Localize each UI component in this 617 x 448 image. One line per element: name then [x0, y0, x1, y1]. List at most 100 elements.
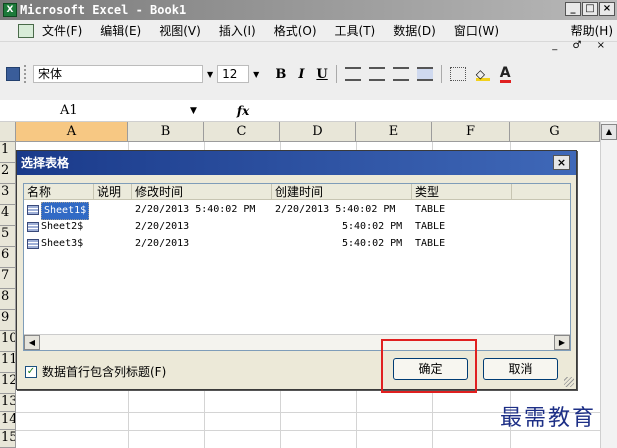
excel-icon: X [3, 3, 17, 17]
header-row-checkbox[interactable]: ✓ [25, 365, 37, 378]
horizontal-scrollbar[interactable]: ◀ ▶ [24, 334, 570, 350]
row-header[interactable]: 6 [0, 247, 16, 268]
modified-time: 2/20/2013 [135, 238, 190, 249]
row-header[interactable]: 14 [0, 412, 16, 430]
table-type: TABLE [415, 238, 446, 249]
column-header-c[interactable]: C [204, 122, 280, 142]
table-name: Sheet1$ [41, 202, 90, 220]
table-name: Sheet3$ [41, 238, 84, 249]
maximize-button[interactable]: □ [582, 2, 598, 16]
italic-button[interactable]: I [298, 67, 304, 82]
document-window-controls[interactable]: _ ♂ × [552, 40, 611, 51]
menu-data[interactable]: 数据(D) [393, 22, 436, 39]
close-button[interactable]: × [599, 2, 615, 16]
font-color-button[interactable]: A [499, 66, 511, 83]
scroll-right-button[interactable]: ▶ [554, 335, 570, 350]
menu-file[interactable]: 文件(F) [42, 22, 82, 39]
column-header-a[interactable]: A [16, 122, 128, 142]
table-row[interactable]: Sheet3$ 2/20/2013 5:40:02 PM TABLE [24, 236, 564, 252]
dialog-title: 选择表格 [21, 156, 70, 170]
font-size-select[interactable]: 12 [217, 65, 250, 83]
column-header-e[interactable]: E [356, 122, 432, 142]
column-header-d[interactable]: D [280, 122, 356, 142]
function-icon[interactable]: fx [237, 104, 249, 118]
cancel-button[interactable]: 取消 [483, 358, 558, 380]
chevron-down-icon[interactable]: ▼ [253, 70, 259, 79]
name-box[interactable]: A1 [60, 103, 150, 118]
align-left-icon[interactable] [344, 67, 361, 81]
row-header[interactable]: 15 [0, 430, 16, 448]
align-center-icon[interactable] [368, 67, 385, 81]
menu-insert[interactable]: 插入(I) [219, 22, 256, 39]
bold-button[interactable]: B [275, 67, 286, 82]
dialog-title-bar: 选择表格 × [17, 151, 576, 175]
menu-format[interactable]: 格式(O) [274, 22, 317, 39]
list-header: 名称 说明 修改时间 创建时间 类型 [24, 184, 570, 200]
watermark: 最需教育 [500, 406, 597, 431]
menu-window[interactable]: 窗口(W) [454, 22, 499, 39]
table-icon [27, 205, 39, 215]
table-icon [27, 239, 39, 249]
row-header[interactable]: 3 [0, 184, 16, 205]
row-header[interactable]: 4 [0, 205, 16, 226]
font-name-select[interactable]: 宋体 [33, 65, 203, 83]
row-header[interactable]: 12 [0, 373, 16, 394]
row-header[interactable]: 2 [0, 163, 16, 184]
excel-title-bar: X Microsoft Excel - Book1 _ □ × [0, 0, 617, 20]
scroll-up-button[interactable]: ▲ [601, 124, 617, 140]
toolbar: _ ♂ × 宋体 ▼ 12 ▼ B I U ◇ A [0, 40, 617, 100]
toolbar-separator [335, 65, 337, 83]
menu-view[interactable]: 视图(V) [159, 22, 201, 39]
header-row-checkbox-label: 数据首行包含列标题(F) [42, 365, 167, 379]
table-list[interactable]: 名称 说明 修改时间 创建时间 类型 Sheet1$ 2/20/2013 5:4… [23, 183, 571, 351]
workbook-icon[interactable] [18, 23, 34, 38]
row-header[interactable]: 7 [0, 268, 16, 289]
scroll-left-button[interactable]: ◀ [24, 335, 40, 350]
resize-grip[interactable] [564, 377, 574, 387]
chevron-down-icon[interactable]: ▼ [190, 106, 197, 116]
row-header[interactable]: 8 [0, 289, 16, 310]
toolbar-grip[interactable] [24, 65, 29, 83]
underline-button[interactable]: U [316, 67, 327, 82]
column-type[interactable]: 类型 [412, 184, 512, 200]
header-row-checkbox-row[interactable]: ✓ 数据首行包含列标题(F) [25, 363, 166, 380]
column-header-g[interactable]: G [510, 122, 600, 142]
formatting-toolbar: 宋体 ▼ 12 ▼ B I U ◇ A [0, 62, 617, 86]
row-header[interactable]: 13 [0, 394, 16, 412]
created-time: 5:40:02 PM [342, 238, 403, 249]
row-header[interactable]: 1 [0, 142, 16, 163]
borders-icon[interactable] [449, 67, 466, 81]
column-header-b[interactable]: B [128, 122, 204, 142]
row-header[interactable]: 9 [0, 310, 16, 331]
highlight-annotation [381, 339, 477, 393]
menu-help[interactable]: 帮助(H) [571, 22, 613, 39]
column-description[interactable]: 说明 [94, 184, 132, 200]
column-modified[interactable]: 修改时间 [132, 184, 272, 200]
align-right-icon[interactable] [392, 67, 409, 81]
save-icon[interactable] [6, 67, 20, 81]
select-table-dialog: 选择表格 × 名称 说明 修改时间 创建时间 类型 Sheet1$ 2/20/2… [16, 150, 577, 390]
row-header[interactable]: 5 [0, 226, 16, 247]
minimize-button[interactable]: _ [565, 2, 581, 16]
row-header[interactable]: 10 [0, 331, 16, 352]
chevron-down-icon[interactable]: ▼ [207, 70, 213, 79]
window-controls: _ □ × [565, 2, 615, 16]
column-created[interactable]: 创建时间 [272, 184, 412, 200]
dialog-close-button[interactable]: × [553, 155, 570, 170]
fill-color-icon[interactable]: ◇ [475, 67, 490, 81]
menu-edit[interactable]: 编辑(E) [100, 22, 141, 39]
vertical-scrollbar[interactable]: ▲ [600, 122, 617, 448]
menu-tools[interactable]: 工具(T) [335, 22, 376, 39]
column-name[interactable]: 名称 [24, 184, 94, 200]
formula-bar: A1 ▼ fx [0, 100, 617, 122]
table-name: Sheet2$ [41, 221, 84, 232]
select-all-corner[interactable] [0, 122, 16, 142]
merge-center-icon[interactable] [416, 67, 433, 81]
created-time: 2/20/2013 5:40:02 PM [275, 204, 396, 215]
table-row[interactable]: Sheet2$ 2/20/2013 5:40:02 PM TABLE [24, 219, 564, 235]
row-header[interactable]: 11 [0, 352, 16, 373]
column-header-f[interactable]: F [432, 122, 510, 142]
table-row[interactable]: Sheet1$ 2/20/2013 5:40:02 PM 2/20/2013 5… [24, 202, 564, 220]
column-headers: A B C D E F G [0, 122, 600, 142]
modified-time: 2/20/2013 5:40:02 PM [135, 204, 256, 215]
